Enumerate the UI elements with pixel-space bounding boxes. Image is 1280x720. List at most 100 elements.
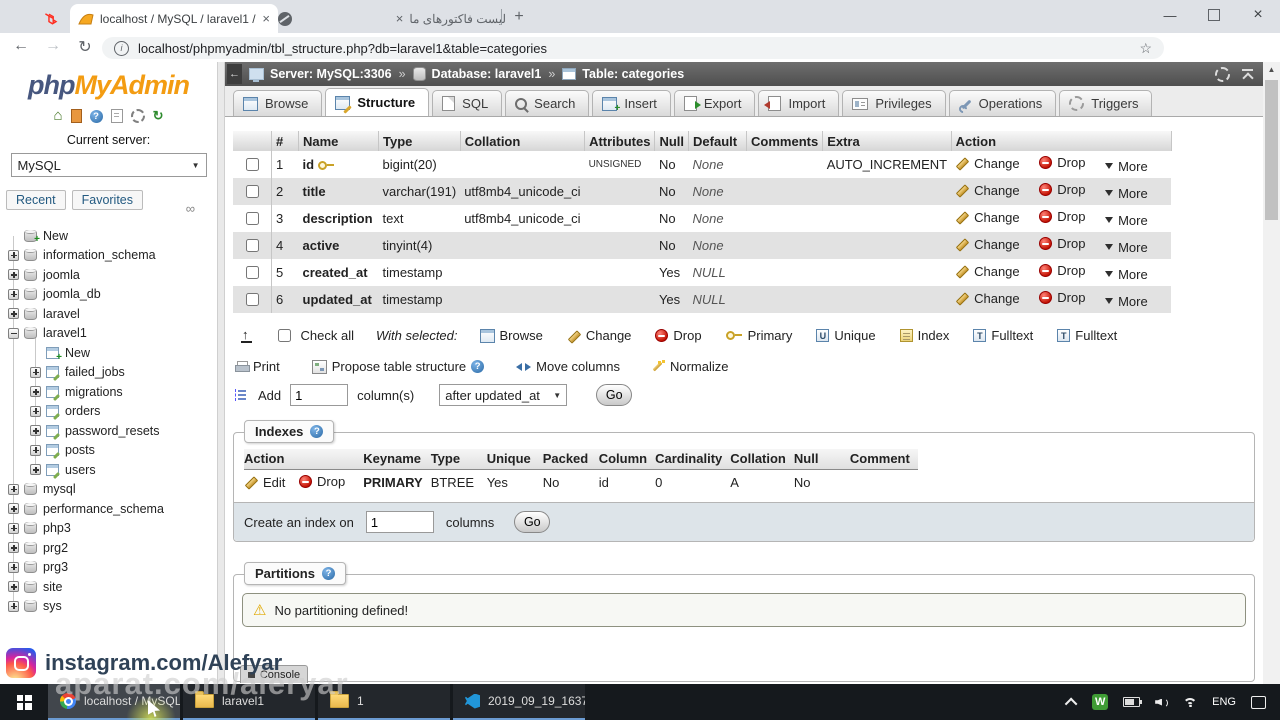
nav-tab[interactable]: Export [673,90,756,116]
nav-tab-label[interactable]: Import [788,96,825,111]
page-info-icon[interactable] [114,40,129,56]
change-link[interactable]: Change [955,156,1020,171]
drop-link[interactable]: Drop [1039,209,1085,224]
tab-close-icon[interactable]: × [396,12,404,25]
nav-tab-label[interactable]: Browse [265,96,308,111]
tree-item-label[interactable]: prg2 [43,541,68,555]
drop-link[interactable]: Drop [1039,263,1085,278]
tree-item-label[interactable]: users [65,463,96,477]
collapse-navigation-button[interactable]: ← [227,64,242,84]
back-button[interactable]: ← [10,37,32,55]
home-icon[interactable]: ⌂ [54,108,63,123]
nav-tab[interactable]: Structure [325,88,430,116]
tree-item-label[interactable]: information_schema [43,248,156,262]
breadcrumb-database[interactable]: Database: laravel1 [432,67,542,81]
with-selected-action[interactable]: Browse [479,328,543,343]
tree-item[interactable]: site [0,577,217,597]
nav-tab-label[interactable]: Insert [624,96,657,111]
column-header[interactable]: # [271,131,299,151]
minimize-button[interactable]: — [1148,0,1192,30]
tree-item[interactable]: php3 [0,519,217,539]
expander-icon[interactable] [8,581,19,593]
tree-item[interactable]: joomla_db [0,285,217,305]
tree-item-label[interactable]: mysql [43,482,76,496]
breadcrumb-server[interactable]: Server: MySQL:3306 [270,67,392,81]
index-columns-input[interactable] [365,511,434,533]
nav-tab-label[interactable]: Structure [357,95,415,110]
expander-icon[interactable] [30,444,41,456]
tree-item-label[interactable]: New [43,229,68,243]
expander-icon[interactable] [8,269,19,281]
bookmark-star-icon[interactable]: ☆ [1139,40,1152,57]
expander-icon[interactable] [8,561,19,573]
help-icon[interactable] [310,425,324,438]
with-selected-action[interactable]: Fulltext [973,328,1033,343]
tree-item-label[interactable]: laravel1 [43,326,87,340]
tree-item-label[interactable]: joomla [43,268,80,282]
more-link[interactable]: More [1105,186,1148,201]
breadcrumb-table[interactable]: Table: categories [582,67,684,81]
nav-tab-label[interactable]: SQL [462,96,488,111]
refresh-icon[interactable]: ↻ [153,108,164,124]
logout-icon[interactable] [70,109,82,123]
url-text[interactable]: localhost/phpmyadmin/tbl_structure.php?d… [138,41,1130,56]
expander-icon[interactable] [30,464,41,476]
tree-item[interactable]: orders [0,402,217,422]
collapse-top-icon[interactable] [1242,69,1253,79]
column-header[interactable]: Comments [746,131,824,151]
wifi-icon[interactable] [1183,697,1197,707]
column-header[interactable]: Default [688,131,748,151]
reload-button[interactable]: ↻ [74,37,96,57]
expander-icon[interactable] [30,366,41,378]
pinned-tab[interactable] [36,5,68,33]
column-header[interactable]: Null [654,131,690,151]
language-indicator[interactable]: ENG [1212,696,1236,708]
tree-item[interactable]: laravel [0,304,217,324]
tree-item[interactable]: prg3 [0,558,217,578]
tree-item[interactable]: prg2 [0,538,217,558]
tree-item-label[interactable]: failed_jobs [65,365,125,379]
expander-icon[interactable] [8,308,19,320]
tree-item-label[interactable]: migrations [65,385,123,399]
tree-item-label[interactable]: performance_schema [43,502,164,516]
nav-tab-label[interactable]: Privileges [875,96,931,111]
change-link[interactable]: Change [955,291,1020,306]
wampserver-icon[interactable]: W [1092,694,1109,710]
nav-tab-label[interactable]: Triggers [1091,96,1138,111]
tree-item-label[interactable]: orders [65,404,100,418]
tab-phpmyadmin[interactable]: localhost / MySQL / laravel1 / ca × [70,4,278,33]
add-go-button[interactable]: Go [596,384,633,406]
nav-tab-label[interactable]: Search [534,96,575,111]
expander-icon[interactable] [8,249,19,261]
tool-link[interactable]: Propose table structure [311,359,485,374]
expander-icon[interactable] [8,522,19,534]
forward-button[interactable]: → [42,37,64,55]
drop-link[interactable]: Drop [1039,182,1085,197]
column-header[interactable]: Attributes [584,131,656,151]
with-selected-action[interactable]: Change [567,328,632,343]
address-bar[interactable]: localhost/phpmyadmin/tbl_structure.php?d… [102,37,1164,59]
expander-icon[interactable] [30,347,41,358]
tree-item[interactable]: posts [0,441,217,461]
expander-icon[interactable] [8,542,19,554]
with-selected-action[interactable]: Fulltext [1057,328,1117,343]
expander-icon[interactable] [30,386,41,398]
nav-tab[interactable]: SQL [432,90,503,116]
more-link[interactable]: More [1105,267,1148,282]
column-header[interactable]: Action [951,131,1172,151]
with-selected-action[interactable]: Primary [725,328,792,343]
row-checkbox[interactable] [246,239,259,252]
tree-item[interactable]: New [0,343,217,363]
expander-icon[interactable] [8,483,19,495]
expander-icon[interactable] [30,425,41,437]
check-all[interactable]: Check all [274,326,354,345]
sidebar-tab[interactable]: Recent [6,190,66,210]
tree-item[interactable]: failed_jobs [0,363,217,383]
nav-tab[interactable]: Insert [592,90,671,116]
expander-icon[interactable] [8,230,19,241]
help-icon[interactable] [471,360,485,373]
help-icon[interactable] [321,567,335,580]
nav-tab[interactable]: Privileges [842,90,946,116]
nav-tab[interactable]: Search [505,90,590,116]
nav-tab-label[interactable]: Operations [979,96,1043,111]
